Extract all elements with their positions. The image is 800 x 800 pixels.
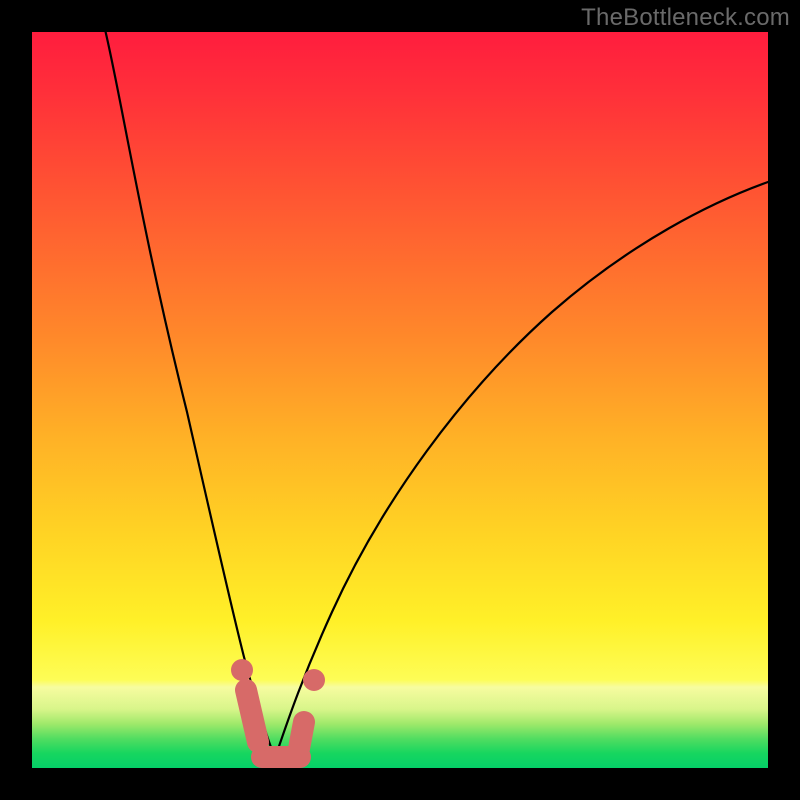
curve-right-branch	[275, 182, 768, 758]
plot-area	[32, 32, 768, 768]
curve-left-branch	[106, 32, 275, 758]
chart-frame: TheBottleneck.com	[0, 0, 800, 800]
watermark-text: TheBottleneck.com	[581, 4, 790, 32]
curve-group	[106, 32, 768, 758]
marker-dot-left-upper	[231, 659, 253, 681]
chart-svg	[32, 32, 768, 768]
marker-pill-left	[246, 690, 258, 742]
marker-dot-right-upper	[303, 669, 325, 691]
marker-pill-right	[298, 722, 304, 754]
highlight-markers	[231, 659, 325, 757]
